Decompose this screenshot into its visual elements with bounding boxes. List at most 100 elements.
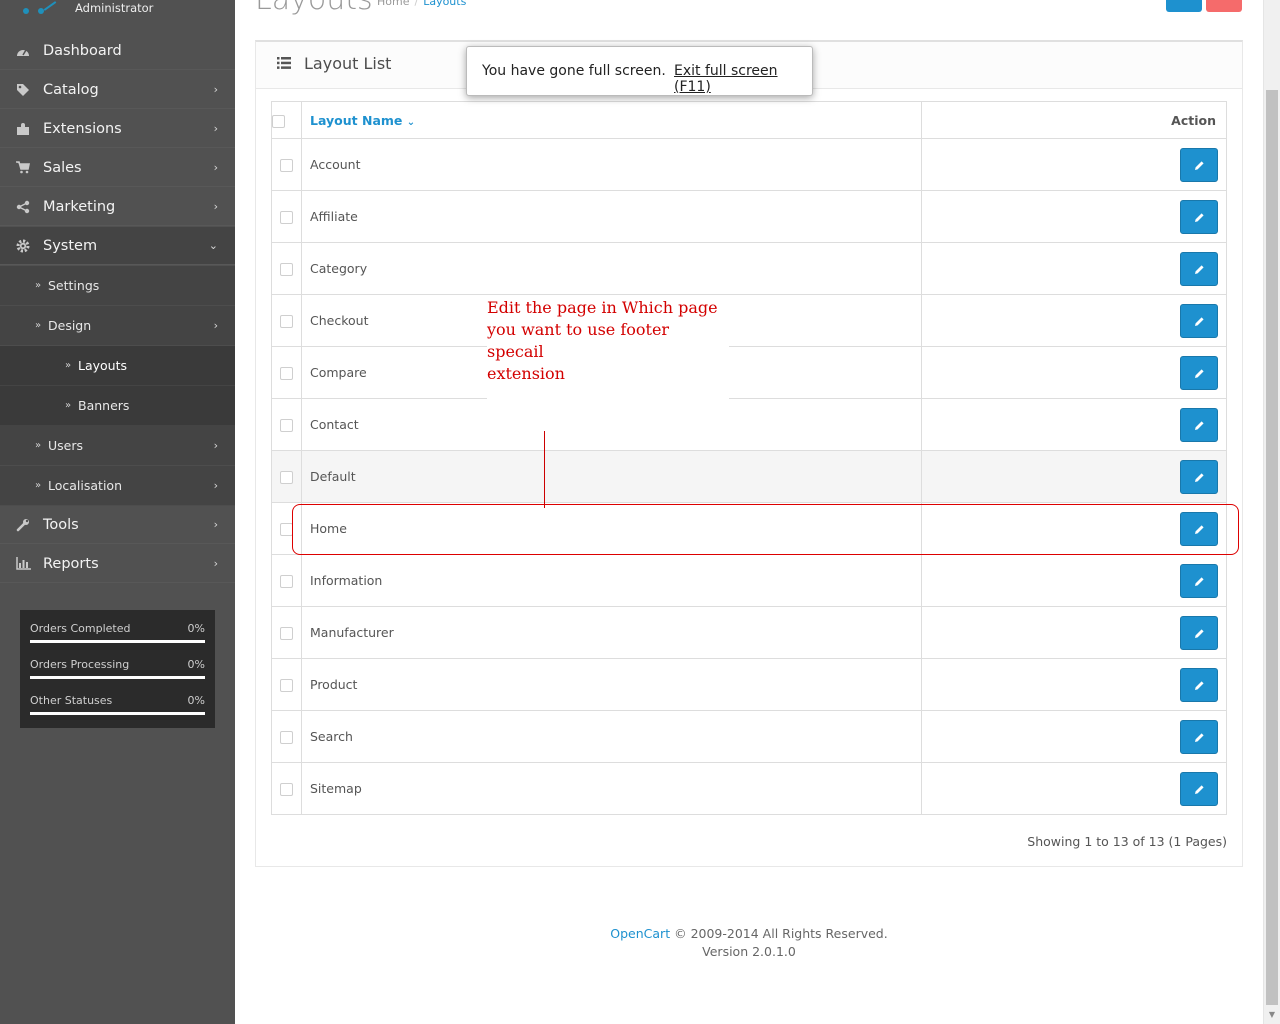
layout-name-cell: Category (301, 242, 922, 295)
sidebar: Administrator Dashboard Catalog › Extens… (0, 0, 235, 1024)
scroll-down-arrow-icon[interactable]: ▼ (1266, 1010, 1278, 1022)
table-row: Checkout (271, 294, 1227, 347)
double-chevron-icon: » (64, 360, 72, 371)
progress-bar (30, 712, 205, 715)
sidebar-item-users[interactable]: » Users › (0, 426, 235, 466)
page-title: Layouts (255, 0, 373, 17)
edit-button[interactable] (1180, 407, 1218, 442)
edit-button[interactable] (1180, 147, 1218, 182)
edit-button[interactable] (1180, 303, 1218, 338)
edit-button[interactable] (1180, 563, 1218, 598)
select-all-checkbox[interactable] (272, 114, 285, 128)
sidebar-item-marketing[interactable]: Marketing › (0, 188, 235, 226)
chevron-right-icon: › (213, 161, 218, 174)
pencil-icon (1195, 576, 1204, 586)
sort-caret-icon: ⌄ (406, 116, 416, 128)
progress-bar (30, 640, 205, 643)
layout-name-cell: Information (301, 554, 922, 607)
table-row: Product (271, 658, 1227, 711)
edit-button[interactable] (1180, 719, 1218, 754)
row-checkbox[interactable] (280, 315, 293, 328)
row-checkbox[interactable] (280, 731, 293, 744)
pencil-icon (1195, 420, 1204, 430)
layout-name-cell: Sitemap (301, 762, 922, 815)
table-row: Default (271, 450, 1227, 503)
sidebar-item-design[interactable]: » Design › (0, 306, 235, 346)
row-checkbox[interactable] (280, 627, 293, 640)
sidebar-item-localisation[interactable]: » Localisation › (0, 466, 235, 506)
annotation-note: Edit the page in Which page you want to … (487, 297, 729, 400)
stat-orders-processing: Orders Processing 0% (30, 656, 205, 692)
breadcrumb-home[interactable]: Home (377, 0, 409, 8)
layout-name-cell: Manufacturer (301, 606, 922, 659)
delete-button[interactable] (1206, 0, 1242, 12)
sort-layout-name[interactable]: Layout Name ⌄ (301, 101, 922, 139)
scrollbar-thumb[interactable] (1266, 90, 1278, 1005)
progress-bar (30, 676, 205, 679)
row-checkbox[interactable] (280, 263, 293, 276)
pencil-icon (1195, 264, 1204, 274)
sidebar-item-extensions[interactable]: Extensions › (0, 110, 235, 148)
row-checkbox[interactable] (280, 575, 293, 588)
edit-button[interactable] (1180, 251, 1218, 286)
pencil-icon (1195, 160, 1204, 170)
sidebar-item-tools[interactable]: Tools › (0, 506, 235, 544)
sidebar-item-catalog[interactable]: Catalog › (0, 71, 235, 109)
layout-table: Layout Name ⌄ Action Account Affiliate Cat… (271, 101, 1227, 815)
add-button[interactable] (1166, 0, 1202, 12)
edit-button[interactable] (1180, 771, 1218, 806)
pencil-icon (1195, 680, 1204, 690)
chevron-right-icon: › (213, 200, 218, 213)
chevron-right-icon: › (213, 479, 218, 492)
double-chevron-icon: » (34, 280, 42, 291)
edit-button[interactable] (1180, 199, 1218, 234)
row-checkbox[interactable] (280, 159, 293, 172)
row-checkbox[interactable] (280, 211, 293, 224)
row-checkbox[interactable] (280, 471, 293, 484)
exit-fullscreen-link[interactable]: Exit full screen (F11) (674, 63, 812, 95)
pencil-icon (1195, 212, 1204, 222)
edit-button[interactable] (1180, 355, 1218, 390)
row-checkbox[interactable] (280, 679, 293, 692)
pencil-icon (1195, 472, 1204, 482)
logo-line (43, 1, 57, 11)
layout-name-cell: Affiliate (301, 190, 922, 243)
opencart-link[interactable]: OpenCart (610, 926, 670, 941)
fullscreen-notification: You have gone full screen. Exit full scr… (466, 46, 813, 96)
breadcrumb-current[interactable]: Layouts (423, 0, 466, 8)
logo-dot (23, 8, 29, 14)
table-row: Category (271, 242, 1227, 295)
footer: OpenCart © 2009-2014 All Rights Reserved… (235, 925, 1263, 961)
user-profile: Administrator (0, 0, 235, 32)
sidebar-item-dashboard[interactable]: Dashboard (0, 32, 235, 70)
sidebar-item-system[interactable]: System ⌄ (0, 227, 235, 265)
cart-icon (15, 160, 31, 176)
layout-name-cell: Product (301, 658, 922, 711)
wrench-icon (15, 517, 31, 533)
edit-button[interactable] (1180, 615, 1218, 650)
row-checkbox[interactable] (280, 367, 293, 380)
version-text: Version 2.0.1.0 (702, 944, 796, 959)
annotation-arrow-line (544, 431, 545, 508)
table-row: Sitemap (271, 762, 1227, 815)
sidebar-item-layouts[interactable]: » Layouts (0, 346, 235, 386)
chevron-right-icon: › (213, 122, 218, 135)
chevron-right-icon: › (213, 319, 218, 332)
double-chevron-icon: » (34, 320, 42, 331)
row-checkbox[interactable] (280, 783, 293, 796)
annotation-highlight-box (292, 504, 1239, 555)
pencil-icon (1195, 628, 1204, 638)
list-icon (277, 57, 291, 69)
chevron-right-icon: › (213, 439, 218, 452)
chevron-right-icon: › (213, 83, 218, 96)
table-row: Affiliate (271, 190, 1227, 243)
sidebar-item-banners[interactable]: » Banners (0, 386, 235, 426)
edit-button[interactable] (1180, 667, 1218, 702)
sidebar-item-reports[interactable]: Reports › (0, 545, 235, 583)
bar-chart-icon (15, 556, 31, 572)
sidebar-item-sales[interactable]: Sales › (0, 149, 235, 187)
sidebar-item-settings[interactable]: » Settings (0, 266, 235, 306)
edit-button[interactable] (1180, 459, 1218, 494)
dashboard-icon (15, 43, 31, 59)
row-checkbox[interactable] (280, 419, 293, 432)
